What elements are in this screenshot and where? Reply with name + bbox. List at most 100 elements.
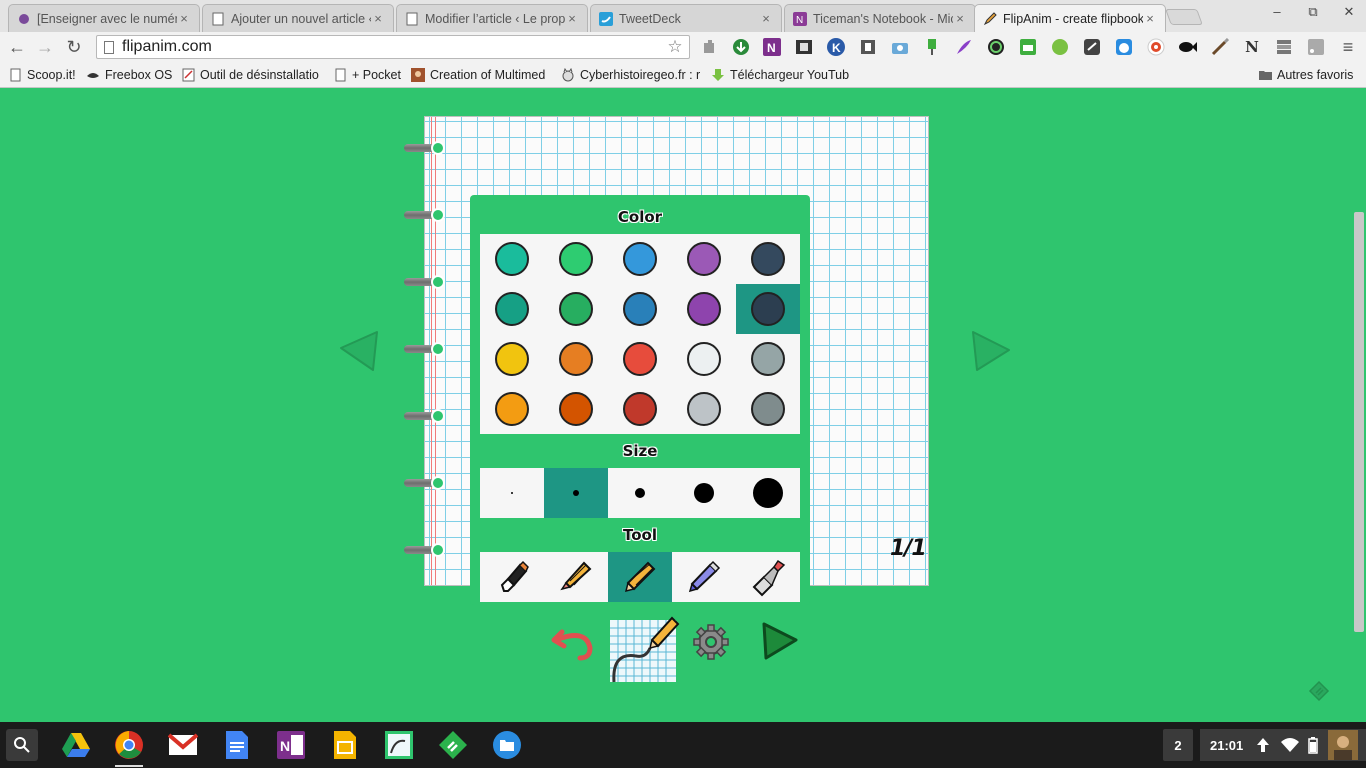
other-bookmarks-folder[interactable]: Autres favoris bbox=[1258, 65, 1358, 85]
bookmark-outil[interactable]: Outil de désinstallatio bbox=[181, 65, 321, 85]
minimize-button[interactable]: – bbox=[1266, 4, 1288, 19]
close-icon[interactable]: × bbox=[1143, 11, 1157, 26]
klout-icon[interactable]: K bbox=[826, 37, 846, 57]
bookmark-multimedia[interactable]: Creation of Multimed bbox=[411, 65, 551, 85]
close-icon[interactable]: × bbox=[371, 11, 385, 26]
settings-gear-icon[interactable] bbox=[692, 623, 730, 661]
chrome-icon[interactable] bbox=[113, 729, 145, 767]
printer-icon[interactable] bbox=[1018, 37, 1038, 57]
chrome-menu-button[interactable]: ≡ bbox=[1338, 37, 1358, 57]
chat-icon[interactable] bbox=[1082, 37, 1102, 57]
close-icon[interactable]: × bbox=[177, 11, 191, 26]
bookmark-telechargeur[interactable]: Téléchargeur YouTub bbox=[711, 65, 851, 85]
google-slides-icon[interactable] bbox=[329, 729, 361, 761]
brush-icon[interactable] bbox=[1210, 37, 1230, 57]
close-icon[interactable]: × bbox=[953, 11, 967, 26]
stack-icon[interactable] bbox=[1274, 37, 1294, 57]
tool-highlighter[interactable] bbox=[672, 552, 736, 602]
tab-modifier-article[interactable]: Modifier l’article ‹ Le prop × bbox=[396, 4, 588, 32]
color-swatch-9b59b6[interactable] bbox=[672, 234, 736, 284]
notion-icon[interactable]: N bbox=[1242, 37, 1262, 57]
launcher-search-button[interactable] bbox=[6, 729, 38, 761]
play-triangle-icon[interactable] bbox=[758, 620, 800, 662]
color-swatch-ecf0f1[interactable] bbox=[672, 334, 736, 384]
color-swatch-34495e[interactable] bbox=[736, 234, 800, 284]
tool-pencil[interactable] bbox=[608, 552, 672, 602]
brush-size-5[interactable] bbox=[736, 468, 800, 518]
color-swatch-bdc3c7[interactable] bbox=[672, 384, 736, 434]
color-swatch-27ae60[interactable] bbox=[544, 284, 608, 334]
onenote-icon[interactable]: N bbox=[275, 729, 307, 761]
brush-size-2[interactable] bbox=[544, 468, 608, 518]
color-swatch-e74c3c[interactable] bbox=[608, 334, 672, 384]
back-button[interactable]: ← bbox=[5, 35, 29, 59]
close-window-button[interactable]: ✕ bbox=[1338, 4, 1360, 20]
feedly-icon[interactable] bbox=[437, 729, 469, 761]
onenote-icon[interactable]: N bbox=[762, 37, 782, 57]
page-info-icon[interactable] bbox=[104, 40, 114, 54]
camera-icon[interactable] bbox=[890, 37, 910, 57]
close-icon[interactable]: × bbox=[565, 11, 579, 26]
bookmark-star-icon[interactable]: ☆ bbox=[665, 37, 685, 57]
film-icon[interactable] bbox=[794, 37, 814, 57]
gmail-icon[interactable] bbox=[167, 729, 199, 761]
tab-tweetdeck[interactable]: TweetDeck × bbox=[590, 4, 782, 32]
bookmark-freebox[interactable]: Freebox OS bbox=[86, 65, 172, 85]
bookmark-icon[interactable] bbox=[858, 37, 878, 57]
google-drive-icon[interactable] bbox=[60, 729, 92, 761]
page-scrollbar[interactable] bbox=[1354, 212, 1364, 632]
restore-button[interactable]: ⧉ bbox=[1302, 4, 1324, 20]
green-dot-icon[interactable] bbox=[1050, 37, 1070, 57]
bookmark-cyberhistoire[interactable]: Cyberhistoiregeo.fr : r bbox=[561, 65, 701, 85]
color-swatch-1abc9c[interactable] bbox=[480, 234, 544, 284]
brush-size-1[interactable] bbox=[480, 468, 544, 518]
files-icon[interactable] bbox=[491, 729, 523, 761]
color-swatch-7f8c8d[interactable] bbox=[736, 384, 800, 434]
puzzle-icon[interactable] bbox=[700, 37, 720, 57]
notification-counter[interactable]: 2 bbox=[1163, 729, 1193, 761]
tool-roller[interactable] bbox=[736, 552, 800, 602]
forward-button[interactable]: → bbox=[33, 35, 57, 59]
color-swatch-e67e22[interactable] bbox=[544, 334, 608, 384]
reload-button[interactable]: ↻ bbox=[62, 35, 86, 59]
color-swatch-d35400[interactable] bbox=[544, 384, 608, 434]
bookmark-pocket[interactable]: + Pocket bbox=[333, 65, 403, 85]
pin-icon[interactable] bbox=[922, 37, 942, 57]
color-swatch-f39c12[interactable] bbox=[480, 384, 544, 434]
tool-marker[interactable] bbox=[480, 552, 544, 602]
system-tray[interactable]: 21:01 bbox=[1200, 729, 1366, 761]
next-page-arrow-icon[interactable] bbox=[969, 328, 1013, 374]
color-swatch-16a085[interactable] bbox=[480, 284, 544, 334]
feather-icon[interactable] bbox=[954, 37, 974, 57]
color-swatch-c0392b[interactable] bbox=[608, 384, 672, 434]
color-swatch-2c3e50[interactable] bbox=[736, 284, 800, 334]
bear-icon[interactable] bbox=[1114, 37, 1134, 57]
brush-size-3[interactable] bbox=[608, 468, 672, 518]
color-swatch-95a5a6[interactable] bbox=[736, 334, 800, 384]
flipanim-icon[interactable] bbox=[383, 729, 415, 761]
download-icon[interactable] bbox=[731, 37, 751, 57]
google-docs-icon[interactable] bbox=[221, 729, 253, 761]
color-swatch-2980b9[interactable] bbox=[608, 284, 672, 334]
address-bar[interactable]: flipanim.com ☆ bbox=[96, 35, 690, 59]
tab-ticeman-notebook[interactable]: N Ticeman's Notebook - Mic × bbox=[784, 4, 976, 32]
tool-pencil-eraser[interactable] bbox=[544, 552, 608, 602]
undo-icon[interactable] bbox=[550, 624, 598, 664]
fish-icon[interactable] bbox=[1178, 37, 1198, 57]
color-swatch-3498db[interactable] bbox=[608, 234, 672, 284]
target-icon[interactable] bbox=[1146, 37, 1166, 57]
brush-size-4[interactable] bbox=[672, 468, 736, 518]
new-tab-button[interactable] bbox=[1165, 9, 1203, 25]
color-swatch-2ecc71[interactable] bbox=[544, 234, 608, 284]
color-wheel-icon[interactable] bbox=[986, 37, 1006, 57]
color-swatch-f1c40f[interactable] bbox=[480, 334, 544, 384]
tab-flipanim[interactable]: FlipAnim - create flipbook × bbox=[974, 4, 1166, 32]
color-swatch-8e44ad[interactable] bbox=[672, 284, 736, 334]
close-icon[interactable]: × bbox=[759, 11, 773, 26]
previous-page-arrow-icon[interactable] bbox=[337, 328, 381, 374]
feedly-badge-icon[interactable] bbox=[1308, 680, 1330, 702]
rss-icon[interactable] bbox=[1306, 37, 1326, 57]
pencil-grid-icon[interactable] bbox=[606, 612, 682, 686]
tab-enseigner[interactable]: [Enseigner avec le numéri × bbox=[8, 4, 200, 32]
bookmark-scoopit[interactable]: Scoop.it! bbox=[8, 65, 80, 85]
